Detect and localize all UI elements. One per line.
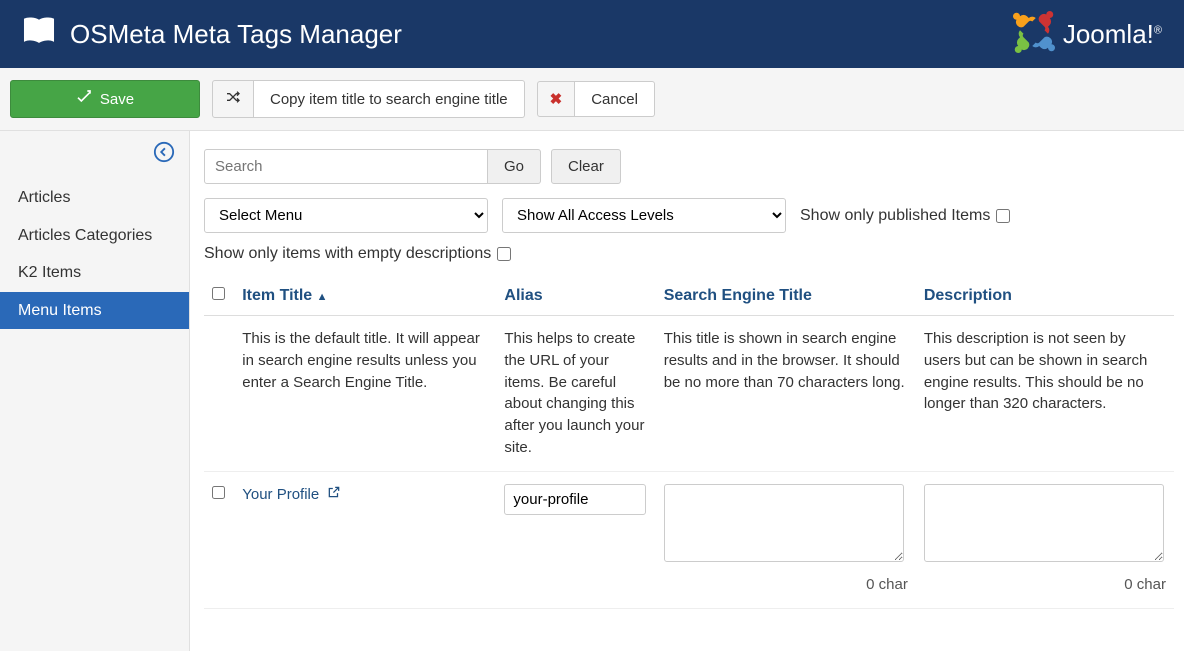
search-row: Go Clear bbox=[204, 149, 1174, 184]
sidebar: Articles Articles Categories K2 Items Me… bbox=[0, 131, 190, 651]
toolbar: Save Copy item title to search engine ti… bbox=[0, 68, 1184, 131]
save-icon bbox=[76, 89, 92, 109]
item-title-link[interactable]: Your Profile bbox=[242, 486, 341, 503]
help-alias: This helps to create the URL of your ite… bbox=[496, 316, 655, 472]
col-check bbox=[204, 277, 234, 316]
sidebar-item-menu-items[interactable]: Menu Items bbox=[0, 292, 189, 330]
table-header-row: Item Title ▲ Alias Search Engine Title D… bbox=[204, 277, 1174, 316]
published-only-label[interactable]: Show only published Items bbox=[800, 207, 1010, 225]
help-item-title: This is the default title. It will appea… bbox=[234, 316, 496, 472]
top-bar: OSMeta Meta Tags Manager Joomla!® bbox=[0, 0, 1184, 68]
external-link-icon bbox=[327, 486, 341, 503]
col-alias: Alias bbox=[496, 277, 655, 316]
go-button[interactable]: Go bbox=[488, 149, 541, 184]
sidebar-item-articles-categories[interactable]: Articles Categories bbox=[0, 217, 189, 255]
save-label: Save bbox=[100, 91, 134, 108]
help-set: This title is shown in search engine res… bbox=[656, 316, 916, 472]
select-access[interactable]: Show All Access Levels bbox=[502, 198, 786, 233]
sort-caret-icon: ▲ bbox=[317, 291, 328, 303]
copy-title-group: Copy item title to search engine title bbox=[212, 80, 525, 118]
empty-desc-checkbox[interactable] bbox=[497, 247, 511, 261]
sort-set[interactable]: Search Engine Title bbox=[664, 287, 812, 304]
sort-item-title[interactable]: Item Title ▲ bbox=[242, 287, 327, 304]
search-group: Go bbox=[204, 149, 541, 184]
col-search-engine-title: Search Engine Title bbox=[656, 277, 916, 316]
sort-description[interactable]: Description bbox=[924, 287, 1012, 304]
sort-alias[interactable]: Alias bbox=[504, 287, 542, 304]
joomla-text: Joomla!® bbox=[1063, 19, 1162, 50]
desc-char-count: 0 char bbox=[924, 574, 1166, 596]
search-input[interactable] bbox=[204, 149, 488, 184]
save-button[interactable]: Save bbox=[10, 80, 200, 118]
table-row: Your Profile 0 char bbox=[204, 471, 1174, 609]
joomla-icon bbox=[1013, 11, 1055, 57]
cancel-icon-button[interactable]: ✖ bbox=[537, 81, 576, 117]
cancel-button[interactable]: Cancel bbox=[575, 81, 655, 117]
topbar-left: OSMeta Meta Tags Manager bbox=[22, 15, 402, 53]
row-checkbox[interactable] bbox=[212, 486, 225, 499]
set-char-count: 0 char bbox=[664, 574, 908, 596]
copy-title-button[interactable]: Copy item title to search engine title bbox=[254, 80, 525, 118]
empty-desc-row: Show only items with empty descriptions bbox=[204, 245, 1174, 263]
filter-row: Select Menu Show All Access Levels Show … bbox=[204, 198, 1174, 233]
table-help-row: This is the default title. It will appea… bbox=[204, 316, 1174, 472]
col-item-title: Item Title ▲ bbox=[234, 277, 496, 316]
cancel-icon: ✖ bbox=[550, 90, 563, 108]
joomla-logo: Joomla!® bbox=[1013, 11, 1162, 57]
select-all-checkbox[interactable] bbox=[212, 287, 225, 300]
page-title: OSMeta Meta Tags Manager bbox=[70, 19, 402, 50]
sidebar-item-k2-items[interactable]: K2 Items bbox=[0, 254, 189, 292]
shuffle-icon-button[interactable] bbox=[212, 80, 254, 118]
content: Go Clear Select Menu Show All Access Lev… bbox=[190, 131, 1184, 651]
book-icon bbox=[22, 15, 56, 53]
items-table: Item Title ▲ Alias Search Engine Title D… bbox=[204, 277, 1174, 609]
published-only-checkbox[interactable] bbox=[996, 209, 1010, 223]
main-layout: Articles Articles Categories K2 Items Me… bbox=[0, 131, 1184, 651]
clear-button[interactable]: Clear bbox=[551, 149, 621, 184]
cancel-group: ✖ Cancel bbox=[537, 81, 655, 117]
shuffle-icon bbox=[225, 89, 241, 109]
empty-desc-label[interactable]: Show only items with empty descriptions bbox=[204, 245, 1174, 263]
col-description: Description bbox=[916, 277, 1174, 316]
select-menu[interactable]: Select Menu bbox=[204, 198, 488, 233]
description-input[interactable] bbox=[924, 484, 1164, 562]
sidebar-item-articles[interactable]: Articles bbox=[0, 179, 189, 217]
alias-input[interactable] bbox=[504, 484, 646, 515]
sidebar-nav: Articles Articles Categories K2 Items Me… bbox=[0, 179, 189, 329]
search-engine-title-input[interactable] bbox=[664, 484, 904, 562]
collapse-icon[interactable] bbox=[153, 141, 175, 167]
help-desc: This description is not seen by users bu… bbox=[916, 316, 1174, 472]
